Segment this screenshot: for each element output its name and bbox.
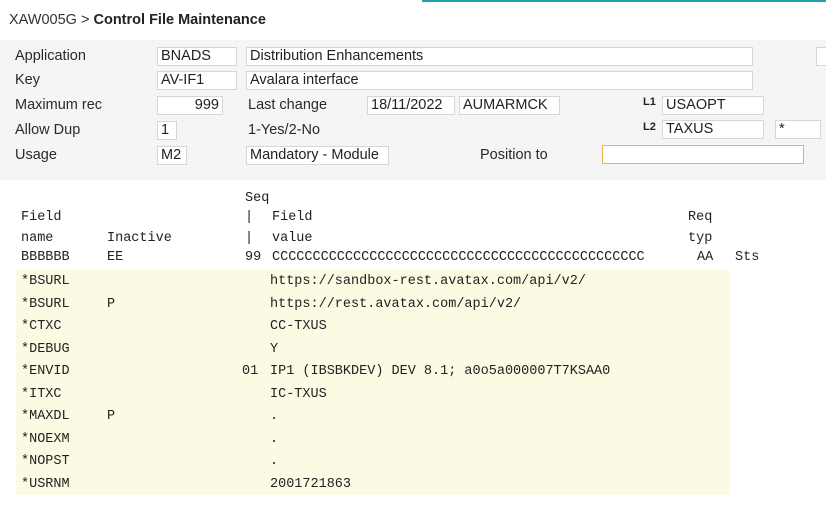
row-name[interactable]: *BSURL <box>21 297 70 312</box>
row-name[interactable]: *ITXC <box>21 387 62 402</box>
pipe-2: | <box>245 231 254 246</box>
l1-label: L1 <box>643 96 656 108</box>
application-code-field[interactable]: BNADS <box>157 47 237 66</box>
application-label: Application <box>15 48 86 64</box>
row-name[interactable]: *CTXC <box>21 319 62 334</box>
usage-desc-field[interactable]: Mandatory - Module <box>246 146 389 165</box>
key-desc-field[interactable]: Avalara interface <box>246 71 753 90</box>
mask-inactive: EE <box>107 250 124 265</box>
table-row[interactable]: *BSURL https://sandbox-rest.avatax.com/ap… <box>16 270 730 293</box>
lastchange-user-field[interactable]: AUMARMCK <box>459 96 560 115</box>
mask-seq: 99 <box>245 250 262 265</box>
row-name[interactable]: *MAXDL <box>21 409 70 424</box>
row-name[interactable]: *ENVID <box>21 364 70 379</box>
breadcrumb-separator: > <box>81 12 90 28</box>
row-value[interactable]: IP1 (IBSBKDEV) DEV 8.1; a0o5a000007T7KSA… <box>270 364 610 379</box>
sts-header: Sts <box>735 250 760 265</box>
usage-label: Usage <box>15 147 57 163</box>
maxrec-label: Maximum rec <box>15 97 103 113</box>
extra-field[interactable] <box>816 47 826 66</box>
row-inactive: P <box>107 409 116 424</box>
table-row[interactable]: *CTXC CC-TXUS <box>16 315 730 338</box>
l1-field[interactable]: USAOPT <box>662 96 764 115</box>
mask-value: CCCCCCCCCCCCCCCCCCCCCCCCCCCCCCCCCCCCCCCC… <box>272 250 645 265</box>
row-value[interactable]: Y <box>270 342 278 357</box>
row-value[interactable]: IC-TXUS <box>270 387 327 402</box>
position-to-label: Position to <box>480 147 548 163</box>
page-title: Control File Maintenance <box>93 12 266 28</box>
l2-label: L2 <box>643 121 656 133</box>
inactive-header: Inactive <box>107 231 172 246</box>
table-row[interactable]: *DEBUG Y <box>16 338 730 361</box>
mask-req: AA <box>697 250 714 265</box>
name-header: name <box>21 231 54 246</box>
position-to-input[interactable] <box>602 145 804 164</box>
typ-header: typ <box>688 231 713 246</box>
records-grid: Seq Field | Field Req name Inactive | va… <box>0 180 826 511</box>
table-row[interactable]: *MAXDL P. <box>16 405 730 428</box>
mask-name: BBBBBB <box>21 250 70 265</box>
field-value-header: Field <box>272 210 313 225</box>
header-form: Application BNADS Distribution Enhanceme… <box>0 40 826 180</box>
l2-field[interactable]: TAXUS <box>662 120 764 139</box>
grid-rows: *BSURL https://sandbox-rest.avatax.com/ap… <box>16 270 730 495</box>
key-code-field[interactable]: AV-IF1 <box>157 71 237 90</box>
lastchange-date-field[interactable]: 18/11/2022 <box>367 96 455 115</box>
table-row[interactable]: *USRNM 2001721863 <box>16 473 730 496</box>
row-seq: 01 <box>242 364 259 379</box>
row-value[interactable]: . <box>270 432 278 447</box>
breadcrumb-code[interactable]: XAW005G <box>9 12 77 28</box>
table-row[interactable]: *BSURL Phttps://rest.avatax.com/api/v2/ <box>16 293 730 316</box>
table-row[interactable]: *NOPST. <box>16 450 730 473</box>
l2-extra-field[interactable]: * <box>775 120 821 139</box>
breadcrumb: XAW005G > Control File Maintenance <box>9 12 266 28</box>
row-inactive: P <box>107 296 116 312</box>
row-name[interactable]: *NOEXM <box>21 432 70 447</box>
row-name[interactable]: *DEBUG <box>21 342 70 357</box>
row-value[interactable]: CC-TXUS <box>270 319 327 334</box>
field-header: Field <box>21 210 62 225</box>
row-name[interactable]: *BSURL <box>21 274 70 289</box>
req-header: Req <box>688 210 713 225</box>
usage-code-field[interactable]: M2 <box>157 146 187 165</box>
row-value[interactable]: https://rest.avatax.com/api/v2/ <box>270 297 521 312</box>
application-desc-field[interactable]: Distribution Enhancements <box>246 47 753 66</box>
seq-header: Seq <box>245 191 270 206</box>
table-row[interactable]: *NOEXM. <box>16 428 730 451</box>
row-name[interactable]: *USRNM <box>21 477 70 492</box>
top-accent-bar <box>422 0 826 2</box>
row-value[interactable]: 2001721863 <box>270 477 351 492</box>
allowdup-field[interactable]: 1 <box>157 121 177 140</box>
maxrec-field[interactable]: 999 <box>157 96 223 115</box>
table-row[interactable]: *ITXC IC-TXUS <box>16 383 730 406</box>
row-value[interactable]: . <box>270 409 278 424</box>
key-label: Key <box>15 72 40 88</box>
value-header: value <box>272 231 313 246</box>
row-value[interactable]: https://sandbox-rest.avatax.com/api/v2/ <box>270 274 586 289</box>
lastchange-label: Last change <box>248 97 328 113</box>
pipe-1: | <box>245 210 254 225</box>
row-value[interactable]: . <box>270 454 278 469</box>
allowdup-label: Allow Dup <box>15 122 81 138</box>
table-row[interactable]: *ENVID 01 IP1 (IBSBKDEV) DEV 8.1; a0o5a000… <box>16 360 730 383</box>
row-name[interactable]: *NOPST <box>21 454 70 469</box>
allowdup-hint: 1-Yes/2-No <box>248 122 321 138</box>
